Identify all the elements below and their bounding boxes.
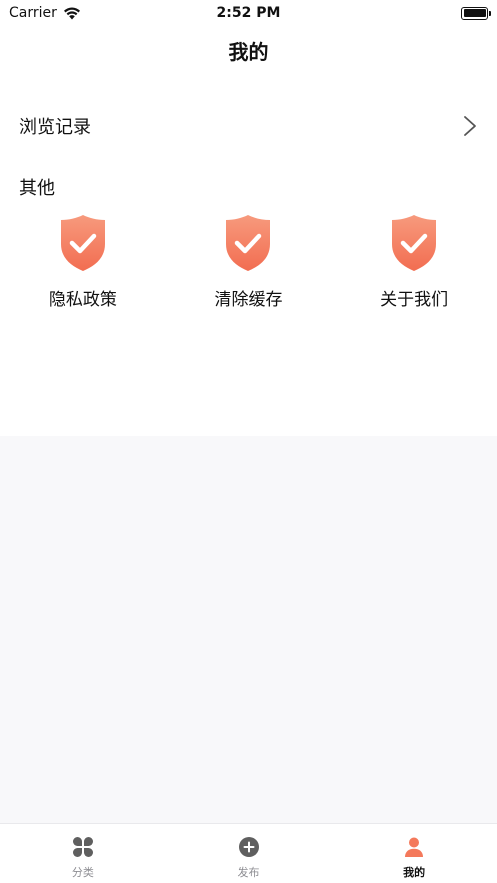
shield-check-icon	[392, 215, 437, 271]
grid-item-privacy-policy[interactable]: 隐私政策	[0, 214, 166, 314]
grid-item-about-us[interactable]: 关于我们	[331, 214, 497, 314]
shield-check-icon	[60, 215, 105, 271]
grid-item-clear-cache[interactable]: 清除缓存	[166, 214, 332, 314]
tab-bar: 分类 发布 我的	[0, 823, 497, 883]
tab-label: 发布	[237, 866, 260, 879]
tab-category[interactable]: 分类	[0, 824, 166, 883]
tab-mine[interactable]: 我的	[331, 824, 497, 883]
plus-circle-icon	[238, 837, 259, 857]
grid-label: 清除缓存	[214, 290, 283, 310]
tab-label: 分类	[71, 866, 94, 879]
status-time: 2:52 PM	[216, 5, 281, 21]
grid-label: 隐私政策	[48, 290, 117, 310]
tab-publish[interactable]: 发布	[166, 824, 332, 883]
status-bar: Carrier 2:52 PM	[0, 0, 497, 26]
page-title: 我的	[228, 40, 269, 64]
shield-check-icon	[226, 215, 271, 271]
empty-content-area	[0, 436, 497, 824]
four-petal-icon	[72, 837, 93, 857]
browse-history-label: 浏览记录	[19, 117, 91, 138]
other-grid: 隐私政策 清除缓存 关于我们	[0, 214, 497, 314]
browse-history-row[interactable]: 浏览记录	[0, 108, 497, 144]
chevron-right-icon	[464, 116, 476, 136]
battery-icon	[461, 6, 491, 20]
section-title-other: 其他	[19, 178, 55, 199]
grid-label: 关于我们	[380, 290, 449, 310]
person-icon	[405, 837, 424, 857]
tab-label: 我的	[403, 866, 426, 879]
